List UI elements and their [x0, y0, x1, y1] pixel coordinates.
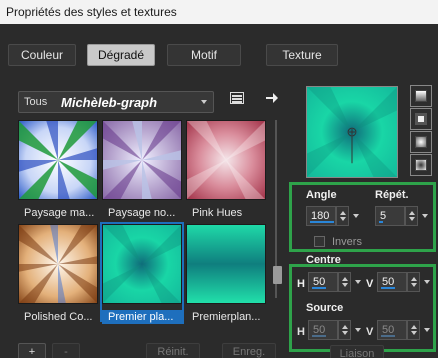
gradient-gallery: Paysage ma... Paysage no... Pink Hues Po… [18, 120, 268, 324]
spin-up-icon[interactable] [342, 325, 348, 329]
source-h-stepper[interactable]: 50 [308, 320, 361, 340]
centre-v-spin-buttons[interactable] [407, 272, 420, 292]
window-title: Propriétés des styles et textures [0, 0, 438, 24]
repeat-level-bar [379, 221, 383, 223]
thumbnail-label: Paysage no... [108, 207, 176, 219]
angle-stepper[interactable]: 180 [306, 206, 359, 226]
link-button[interactable]: Liaison [330, 345, 384, 358]
gradient-thumbnail[interactable] [18, 224, 98, 304]
source-v-stepper[interactable]: 50 [377, 320, 430, 340]
spin-down-icon[interactable] [409, 217, 415, 221]
tab-motif[interactable]: Motif [167, 44, 241, 66]
arrow-right-icon[interactable] [264, 90, 280, 106]
thumbnail-label: Premier pla... [102, 310, 184, 324]
thumbnail-label: Premierplan... [192, 311, 261, 323]
centre-v-level-bar [381, 287, 395, 289]
centre-v-label: V [366, 278, 374, 290]
chevron-down-icon[interactable] [424, 280, 430, 284]
source-h-spin-buttons[interactable] [338, 320, 351, 340]
tab-bar: Couleur Dégradé Motif Texture [0, 44, 438, 68]
gallery-scroll-thumb[interactable] [273, 266, 282, 284]
source-h-label: H [297, 326, 305, 338]
source-v-label: V [366, 326, 374, 338]
add-gradient-button[interactable]: + [18, 343, 46, 358]
thumbnail-label: Paysage ma... [24, 207, 95, 219]
chevron-down-icon[interactable] [355, 280, 361, 284]
spin-down-icon[interactable] [342, 331, 348, 335]
source-h-level-bar [312, 335, 326, 337]
category-selected-value: Michèleb-graph [61, 95, 158, 110]
centre-h-spin-buttons[interactable] [338, 272, 351, 292]
gradient-style-radial-button[interactable] [410, 154, 432, 176]
remove-gradient-button[interactable]: - [52, 343, 80, 358]
centre-v-stepper[interactable]: 50 [377, 272, 430, 292]
spin-up-icon[interactable] [411, 277, 417, 281]
chevron-down-icon [201, 100, 207, 104]
thumbnail-label: Polished Co... [24, 311, 93, 323]
spin-down-icon[interactable] [342, 283, 348, 287]
spin-down-icon[interactable] [411, 283, 417, 287]
reset-button[interactable]: Réinit. [146, 343, 200, 358]
angle-spin-buttons[interactable] [336, 206, 349, 226]
centre-h-level-bar [312, 287, 326, 289]
centre-label: Centre [306, 254, 341, 266]
gradient-style-rectangular-button[interactable] [410, 108, 432, 130]
spin-up-icon[interactable] [342, 277, 348, 281]
spin-down-icon[interactable] [411, 331, 417, 335]
gradient-thumbnail[interactable] [186, 224, 266, 304]
source-v-level-bar [381, 335, 395, 337]
gradient-style-linear-button[interactable] [410, 85, 432, 107]
angle-label: Angle [306, 189, 337, 201]
gradient-thumbnail[interactable] [18, 120, 98, 200]
thumbnail-label: Pink Hues [192, 207, 243, 219]
gradient-thumbnail[interactable] [102, 120, 182, 200]
chevron-down-icon[interactable] [422, 214, 428, 218]
angle-level-bar [310, 221, 334, 223]
spin-up-icon[interactable] [340, 211, 346, 215]
invert-checkbox[interactable] [314, 236, 325, 247]
spin-up-icon[interactable] [409, 211, 415, 215]
category-label: Tous [24, 96, 48, 108]
source-v-spin-buttons[interactable] [407, 320, 420, 340]
chevron-down-icon[interactable] [355, 328, 361, 332]
gradient-thumbnail[interactable] [102, 224, 182, 304]
spin-up-icon[interactable] [411, 325, 417, 329]
invert-label: Invers [332, 236, 362, 248]
save-button[interactable]: Enreg. [222, 343, 276, 358]
tab-couleur[interactable]: Couleur [8, 44, 76, 66]
spin-down-icon[interactable] [340, 217, 346, 221]
tab-texture[interactable]: Texture [266, 44, 338, 66]
repeat-spin-buttons[interactable] [405, 206, 418, 226]
gradient-thumbnail[interactable] [186, 120, 266, 200]
chevron-down-icon[interactable] [353, 214, 359, 218]
tab-degrade[interactable]: Dégradé [87, 44, 155, 66]
repeat-stepper[interactable]: 5 [375, 206, 428, 226]
gradient-category-select[interactable]: Tous Michèleb-graph [18, 91, 214, 113]
browse-list-icon[interactable] [230, 92, 244, 104]
centre-h-label: H [297, 278, 305, 290]
repeat-label: Répét. [375, 189, 409, 201]
chevron-down-icon[interactable] [424, 328, 430, 332]
centre-h-stepper[interactable]: 50 [308, 272, 361, 292]
gradient-preview[interactable] [306, 86, 398, 178]
source-label: Source [306, 302, 344, 314]
gradient-style-sunburst-button[interactable] [410, 131, 432, 153]
